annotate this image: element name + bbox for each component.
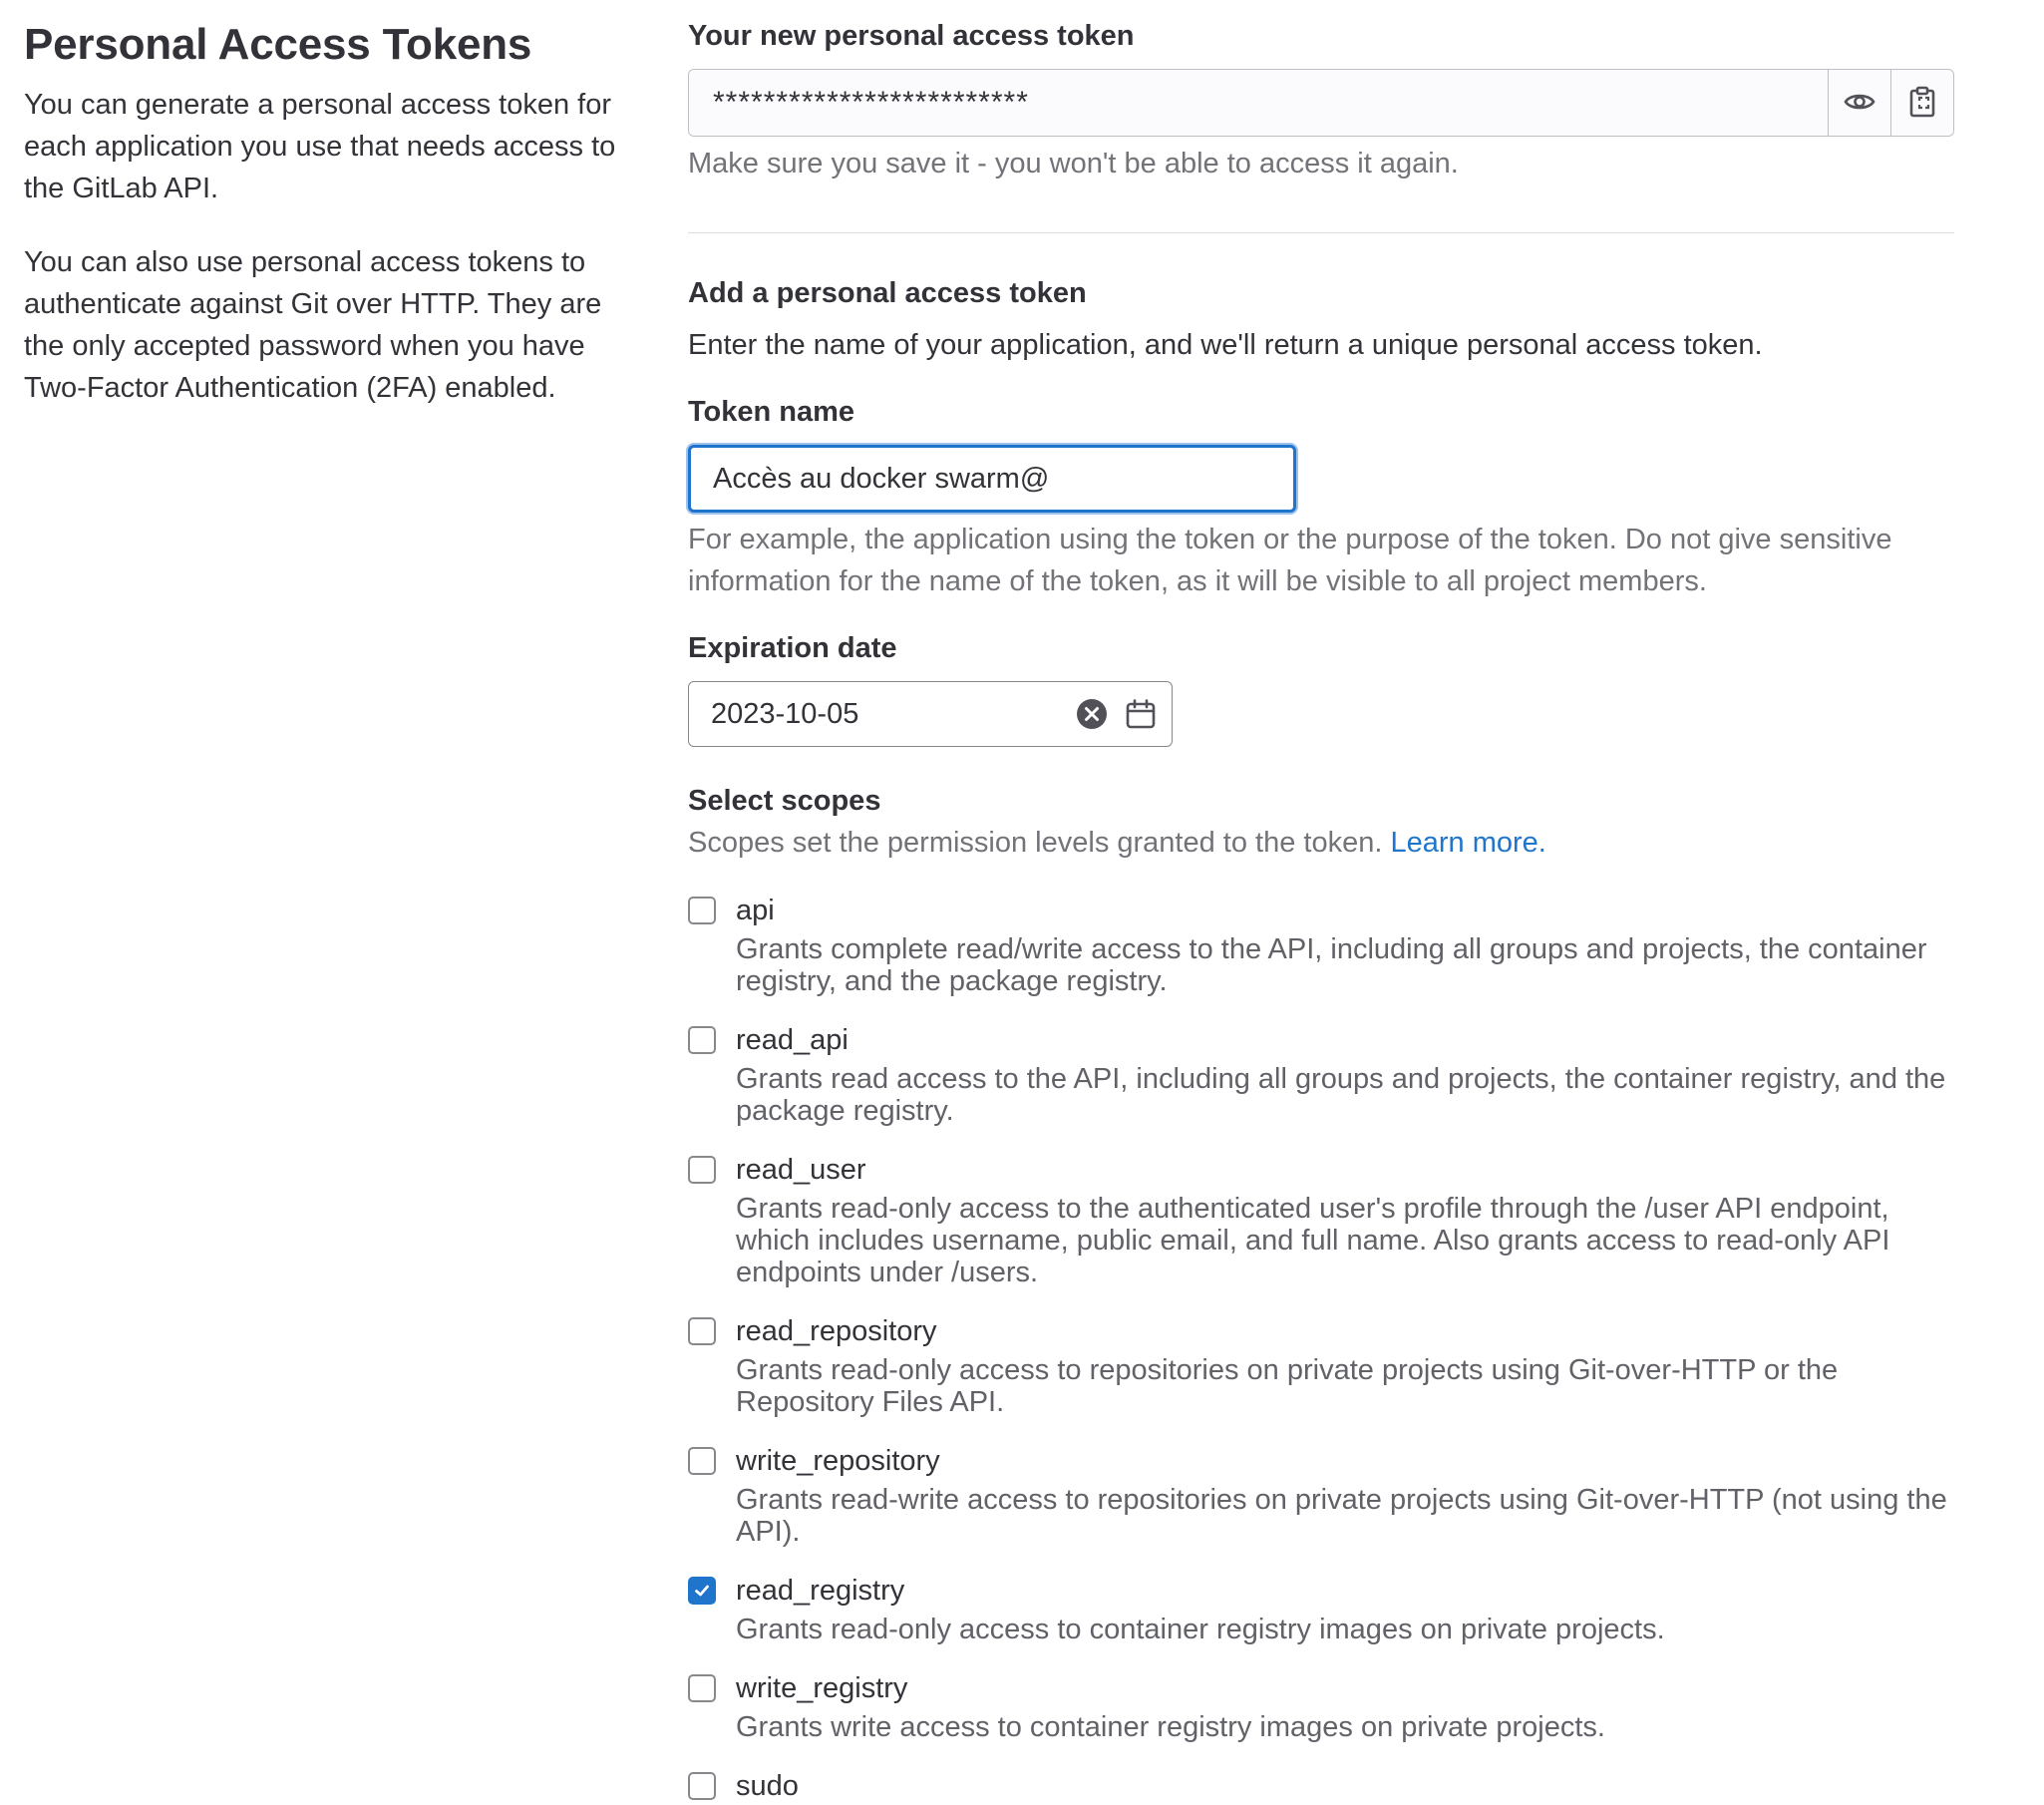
scope-item-sudo: sudo [688,1767,1954,1805]
token-name-input[interactable] [688,445,1296,513]
scope-body: read_registry Grants read-only access to … [736,1572,1665,1645]
scope-checkbox-sudo[interactable] [688,1772,716,1800]
scope-item-write-repository: write_repository Grants read-write access… [688,1442,1954,1548]
scope-description: Grants read-write access to repositories… [736,1484,1947,1548]
expiration-date-field [688,681,1173,747]
scope-description: Grants read-only access to container reg… [736,1614,1665,1645]
scopes-help: Scopes set the permission levels granted… [688,822,1954,864]
scope-item-api: api Grants complete read/write access to … [688,892,1954,997]
token-name-label: Token name [688,396,855,428]
new-token-input[interactable] [689,70,1828,136]
scope-name[interactable]: sudo [736,1767,799,1805]
page-title: Personal Access Tokens [24,20,532,69]
divider [688,232,1954,233]
scope-item-read-registry: read_registry Grants read-only access to … [688,1572,1954,1645]
scope-checkbox-write-registry[interactable] [688,1674,716,1702]
main-content: Your new personal access token Make sure… [688,20,1954,1805]
expiration-date-label: Expiration date [688,632,897,664]
scope-description: Grants complete read/write access to the… [736,933,1927,997]
add-token-title: Add a personal access token [688,277,1087,309]
sidebar: Personal Access Tokens You can generate … [24,20,632,441]
scope-body: read_api Grants read access to the API, i… [736,1021,1954,1127]
scope-checkbox-read-user[interactable] [688,1156,716,1184]
scope-body: api Grants complete read/write access to … [736,892,1954,997]
new-token-field-group [688,69,1954,137]
scope-item-read-repository: read_repository Grants read-only access t… [688,1312,1954,1418]
expiration-date-input[interactable] [689,697,1076,731]
select-scopes-label: Select scopes [688,785,881,817]
scope-name[interactable]: write_registry [736,1669,1605,1707]
scope-name[interactable]: read_api [736,1021,1954,1059]
scope-name[interactable]: write_repository [736,1442,1954,1480]
scope-name[interactable]: api [736,892,1954,929]
scope-item-read-user: read_user Grants read-only access to the … [688,1151,1954,1288]
scope-description: Grants read access to the API, including… [736,1063,1946,1127]
new-token-label: Your new personal access token [688,20,1135,52]
copy-token-button[interactable] [1890,70,1953,136]
scopes-help-text: Scopes set the permission levels granted… [688,827,1383,859]
scope-checkbox-read-registry[interactable] [688,1577,716,1605]
scope-name[interactable]: read_user [736,1151,1954,1189]
clear-date-icon[interactable] [1076,698,1108,730]
clipboard-icon [1909,86,1935,121]
token-name-help: For example, the application using the t… [688,524,1892,597]
eye-icon [1844,91,1875,116]
scope-checkbox-api[interactable] [688,897,716,924]
scope-body: read_repository Grants read-only access t… [736,1312,1954,1418]
sidebar-paragraph-1: You can generate a personal access token… [24,89,616,204]
scope-description: Grants read-only access to repositories … [736,1354,1839,1418]
scope-checkbox-write-repository[interactable] [688,1447,716,1475]
scope-item-write-registry: write_registry Grants write access to con… [688,1669,1954,1743]
scope-item-read-api: read_api Grants read access to the API, i… [688,1021,1954,1127]
scope-checkbox-read-repository[interactable] [688,1317,716,1345]
scope-body: write_registry Grants write access to con… [736,1669,1605,1743]
calendar-icon[interactable] [1126,699,1156,729]
scope-checkbox-read-api[interactable] [688,1026,716,1054]
scope-body: sudo [736,1767,799,1805]
scope-description: Grants read-only access to the authentic… [736,1193,1890,1288]
scope-list: api Grants complete read/write access to … [688,892,1954,1805]
scope-description: Grants write access to container registr… [736,1711,1605,1743]
scope-name[interactable]: read_registry [736,1572,1665,1610]
scope-name[interactable]: read_repository [736,1312,1954,1350]
new-token-help: Make sure you save it - you won't be abl… [688,148,1459,180]
reveal-token-button[interactable] [1828,70,1890,136]
sidebar-paragraph-2: You can also use personal access tokens … [24,246,602,404]
scope-body: write_repository Grants read-write access… [736,1442,1954,1548]
scope-body: read_user Grants read-only access to the … [736,1151,1954,1288]
add-token-description: Enter the name of your application, and … [688,329,1763,361]
check-icon [695,1585,709,1597]
learn-more-link[interactable]: Learn more. [1390,827,1545,859]
